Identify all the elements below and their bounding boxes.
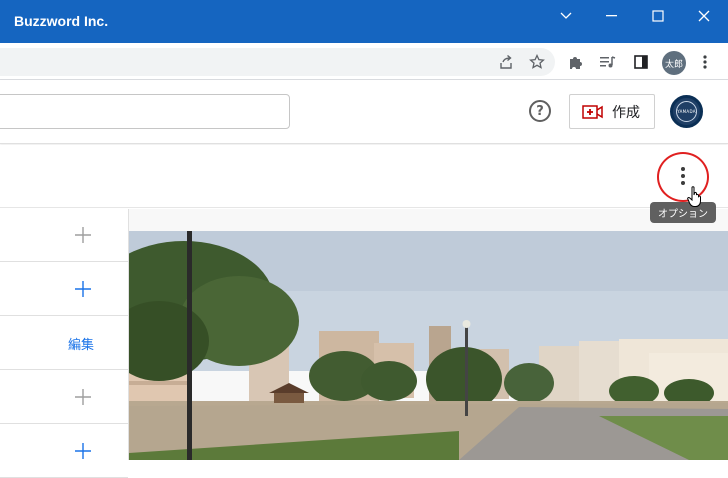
left-panel: 編集: [0, 209, 129, 478]
list-item[interactable]: [0, 209, 128, 262]
video-add-icon: [582, 104, 603, 119]
list-item[interactable]: [0, 425, 128, 478]
list-item[interactable]: 編集: [0, 317, 128, 370]
edit-link[interactable]: 編集: [68, 334, 94, 353]
app-header: ? 作成 YAMADA: [0, 80, 728, 144]
create-label: 作成: [612, 104, 640, 121]
profile-avatar[interactable]: 太郎: [662, 51, 686, 75]
question-circle-icon[interactable]: ?: [529, 100, 551, 122]
options-tooltip: オプション: [650, 202, 716, 223]
browser-toolbar: 太郎: [0, 43, 728, 80]
hand-cursor-icon: [687, 186, 703, 212]
plus-icon[interactable]: [74, 280, 92, 298]
park-photo: [129, 231, 728, 460]
extensions-icon[interactable]: [565, 51, 587, 73]
create-button[interactable]: 作成: [569, 94, 655, 129]
star-icon[interactable]: [526, 51, 548, 73]
sub-header: [0, 145, 728, 208]
media-icon[interactable]: [597, 51, 619, 73]
list-item[interactable]: [0, 371, 128, 424]
window-title: Buzzword Inc.: [14, 13, 109, 29]
plus-icon[interactable]: [74, 442, 92, 460]
search-input[interactable]: [0, 94, 290, 129]
plus-icon[interactable]: [74, 388, 92, 406]
avatar[interactable]: YAMADA: [670, 95, 703, 128]
avatar-text: YAMADA: [676, 101, 697, 122]
share-icon[interactable]: [495, 51, 517, 73]
maximize-icon[interactable]: [635, 0, 681, 32]
profile-label: 太郎: [664, 59, 683, 70]
close-icon[interactable]: [681, 0, 727, 32]
side-panel-icon[interactable]: [630, 51, 652, 73]
list-item[interactable]: [0, 263, 128, 316]
address-bar[interactable]: [0, 48, 555, 76]
chevron-down-icon[interactable]: [543, 0, 589, 32]
plus-icon[interactable]: [74, 226, 92, 244]
window-titlebar: Buzzword Inc.: [0, 0, 728, 43]
minimize-icon[interactable]: [589, 0, 635, 32]
content-area: [129, 209, 728, 460]
kebab-menu-icon[interactable]: [694, 51, 716, 73]
